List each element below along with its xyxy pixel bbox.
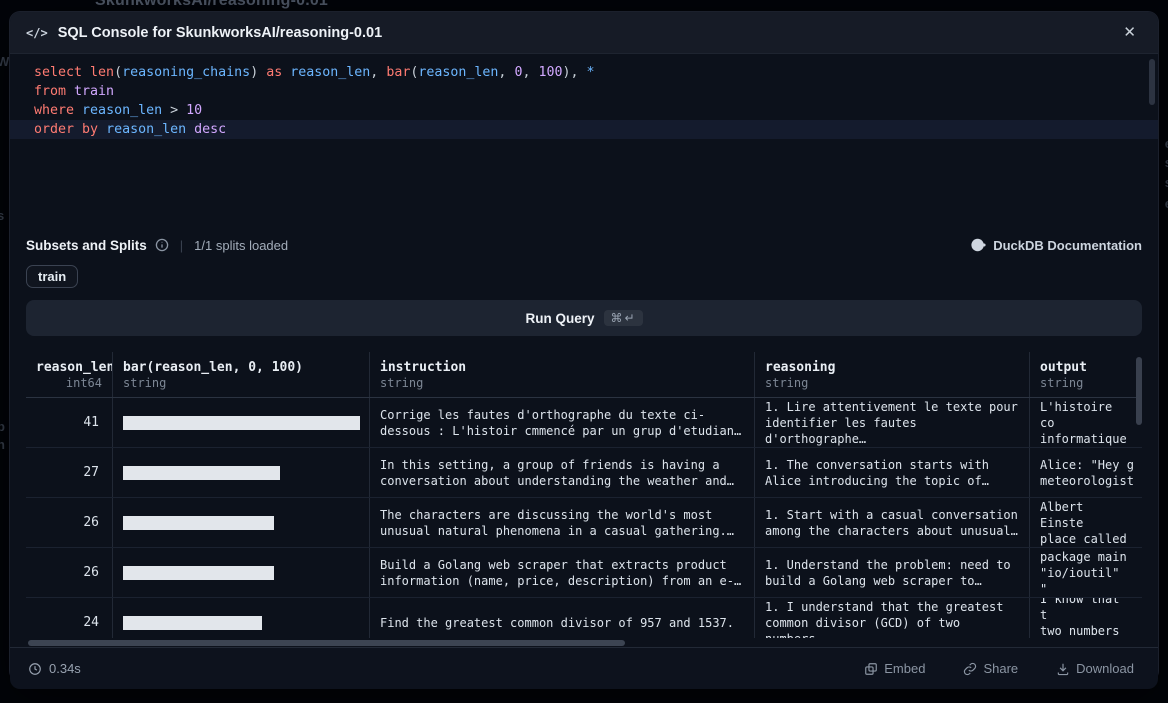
backdrop-left-fragments: Ws bh: [0, 0, 10, 703]
column-header-reasoning: reasoningstring: [755, 352, 1030, 397]
duckdb-documentation-link[interactable]: DuckDB Documentation: [971, 238, 1142, 253]
cell-reason-len: 26: [26, 548, 113, 597]
link-icon: [963, 662, 977, 676]
keyboard-shortcut-badge: ⌘↵: [604, 310, 642, 326]
query-duration: 0.34s: [28, 661, 81, 676]
cell-output: Alice: "Hey g meteorologist: [1030, 448, 1142, 497]
cell-reasoning: 1. I understand that the greatest common…: [755, 598, 1030, 638]
cell-reason-len: 24: [26, 598, 113, 638]
run-query-label: Run Query: [525, 311, 594, 326]
table-row: 26 The characters are discussing the worl…: [26, 498, 1142, 548]
embed-button[interactable]: Embed: [858, 660, 931, 677]
backdrop-fragment: s: [0, 208, 4, 223]
cell-reasoning: 1. Understand the problem: need to build…: [755, 548, 1030, 597]
bar-glyph: [123, 616, 262, 630]
cell-output: I know that t two numbers i: [1030, 598, 1142, 638]
subsets-row: Subsets and Splits | 1/1 splits loaded D…: [10, 233, 1158, 257]
query-duration-value: 0.34s: [49, 661, 81, 676]
column-header-reason-len: reason_lenint64: [26, 352, 113, 397]
cell-bar: [113, 548, 370, 597]
cell-instruction: Build a Golang web scraper that extracts…: [370, 548, 755, 597]
run-query-button[interactable]: Run Query ⌘↵: [26, 300, 1142, 336]
backdrop-right-fragments: esse: [1158, 0, 1168, 703]
separator: |: [180, 238, 183, 253]
splits-loaded-status: 1/1 splits loaded: [194, 238, 288, 253]
duckdb-logo-icon: [971, 238, 986, 252]
modal-title: SQL Console for SkunkworksAI/reasoning-0…: [58, 25, 382, 41]
subsets-title: Subsets and Splits: [26, 238, 147, 253]
column-header-bar-reason-len-0-100: bar(reason_len, 0, 100)string: [113, 352, 370, 397]
sql-editor[interactable]: select len(reasoning_chains) as reason_l…: [10, 54, 1158, 223]
info-icon[interactable]: [155, 238, 169, 252]
cell-reasoning: 1. Start with a casual conversation amon…: [755, 498, 1030, 547]
table-row: 41 Corrige les fautes d'orthographe du te…: [26, 398, 1142, 448]
column-header-instruction: instructionstring: [370, 352, 755, 397]
cell-reason-len: 26: [26, 498, 113, 547]
table-header-row: reason_lenint64bar(reason_len, 0, 100)st…: [26, 352, 1142, 398]
embed-label: Embed: [884, 661, 925, 676]
cell-reason-len: 41: [26, 398, 113, 447]
footer-actions: Embed Share Download: [858, 660, 1140, 677]
bar-glyph: [123, 466, 280, 480]
bar-glyph: [123, 416, 360, 430]
modal-header: </> SQL Console for SkunkworksAI/reasoni…: [10, 12, 1158, 54]
results-table[interactable]: reason_lenint64bar(reason_len, 0, 100)st…: [26, 352, 1142, 638]
close-button[interactable]: ✕: [1117, 21, 1142, 44]
cell-bar: [113, 498, 370, 547]
code-line: where reason_len > 10: [10, 101, 1158, 120]
cell-reason-len: 27: [26, 448, 113, 497]
backdrop-page-title: SkunkworksAI/reasoning-0.01: [95, 0, 328, 10]
cell-instruction: Find the greatest common divisor of 957 …: [370, 598, 755, 638]
table-vertical-scrollbar[interactable]: [1136, 357, 1142, 425]
sql-editor-lines: select len(reasoning_chains) as reason_l…: [10, 63, 1158, 139]
embed-icon: [864, 662, 878, 676]
code-line: select len(reasoning_chains) as reason_l…: [10, 63, 1158, 82]
cell-reasoning: 1. The conversation starts with Alice in…: [755, 448, 1030, 497]
split-chip-train[interactable]: train: [26, 265, 78, 288]
bar-glyph: [123, 516, 274, 530]
share-button[interactable]: Share: [957, 660, 1024, 677]
editor-vertical-scrollbar[interactable]: [1149, 59, 1155, 105]
cell-bar: [113, 398, 370, 447]
cell-output: Albert Einste place called: [1030, 498, 1142, 547]
clock-icon: [28, 662, 42, 676]
cell-output: L'histoire co informatique: [1030, 398, 1142, 447]
backdrop-fragment: h: [0, 437, 5, 452]
cell-output: package main "io/ioutil" ": [1030, 548, 1142, 597]
backdrop-fragment: W: [0, 54, 9, 69]
column-header-output: outputstring: [1030, 352, 1142, 397]
download-icon: [1056, 662, 1070, 676]
modal-footer: 0.34s Embed Share Down: [10, 647, 1158, 689]
sql-console-modal: </> SQL Console for SkunkworksAI/reasoni…: [10, 12, 1158, 681]
table-row: 26 Build a Golang web scraper that extrac…: [26, 548, 1142, 598]
table-horizontal-scrollbar[interactable]: [28, 640, 625, 646]
splits-chips: train: [10, 265, 1158, 288]
duckdb-documentation-label: DuckDB Documentation: [993, 238, 1142, 253]
download-button[interactable]: Download: [1050, 660, 1140, 677]
cell-bar: [113, 448, 370, 497]
code-line: from train: [10, 82, 1158, 101]
cell-instruction: In this setting, a group of friends is h…: [370, 448, 755, 497]
share-label: Share: [983, 661, 1018, 676]
table-horizontal-scrollbar-track: [26, 640, 1142, 647]
download-label: Download: [1076, 661, 1134, 676]
table-row: 24 Find the greatest common divisor of 95…: [26, 598, 1142, 638]
code-line: order by reason_len desc: [10, 120, 1158, 139]
cell-instruction: Corrige les fautes d'orthographe du text…: [370, 398, 755, 447]
backdrop-fragment: b: [0, 419, 5, 434]
cell-reasoning: 1. Lire attentivement le texte pour iden…: [755, 398, 1030, 447]
cell-bar: [113, 598, 370, 638]
code-icon: </>: [26, 26, 48, 40]
cell-instruction: The characters are discussing the world'…: [370, 498, 755, 547]
bar-glyph: [123, 566, 274, 580]
table-row: 27 In this setting, a group of friends is…: [26, 448, 1142, 498]
table-body: 41 Corrige les fautes d'orthographe du te…: [26, 398, 1142, 638]
